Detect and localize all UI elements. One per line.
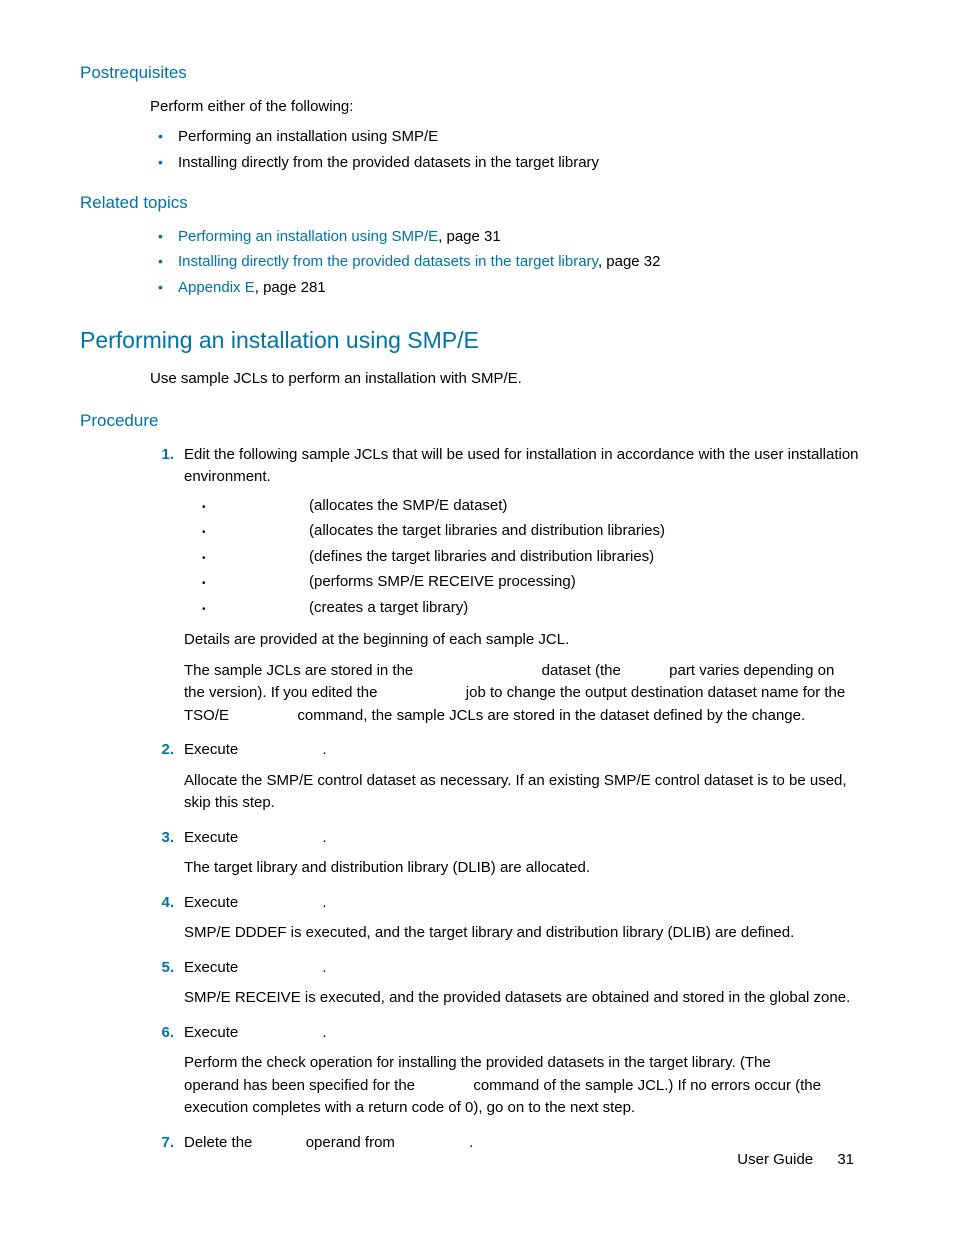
step-2: Execute . Allocate the SMP/E control dat… [150,739,859,815]
step-1: Edit the following sample JCLs that will… [150,444,859,728]
list-item: (creates a target library) [184,597,859,620]
step-exec: Execute . [184,957,859,980]
list-item: Performing an installation using SMP/E, … [150,226,859,249]
step-5: Execute . SMP/E RECEIVE is executed, and… [150,957,859,1010]
procedure-heading: Procedure [80,408,859,434]
step1-sample-note: The sample JCLs are stored in the datase… [184,660,859,728]
page-ref: , page 281 [255,279,326,296]
step-6: Execute . Perform the check operation fo… [150,1022,859,1120]
procedure-steps: Edit the following sample JCLs that will… [150,444,859,1155]
list-item: (defines the target libraries and distri… [184,546,859,569]
step1-details: Details are provided at the beginning of… [184,629,859,652]
postreq-intro: Perform either of the following: [150,96,859,119]
page-ref: , page 32 [598,253,661,270]
list-item: Appendix E, page 281 [150,277,859,300]
list-item: (allocates the target libraries and dist… [184,520,859,543]
postrequisites-heading: Postrequisites [80,60,859,86]
related-link[interactable]: Installing directly from the provided da… [178,253,598,270]
step-text: Edit the following sample JCLs that will… [184,444,859,489]
related-topics-heading: Related topics [80,190,859,216]
step-3: Execute . The target library and distrib… [150,827,859,880]
list-item: (performs SMP/E RECEIVE processing) [184,571,859,594]
list-item: Installing directly from the provided da… [150,152,859,175]
step-exec: Execute . [184,739,859,762]
postreq-list: Performing an installation using SMP/E I… [150,126,859,174]
step-exec: Execute . [184,827,859,850]
page-ref: , page 31 [438,228,501,245]
page-number: 31 [837,1151,854,1168]
step-body: SMP/E RECEIVE is executed, and the provi… [184,987,859,1010]
list-item: (allocates the SMP/E dataset) [184,495,859,518]
list-item: Performing an installation using SMP/E [150,126,859,149]
related-link[interactable]: Performing an installation using SMP/E [178,228,438,245]
step-body: Allocate the SMP/E control dataset as ne… [184,770,859,815]
step-exec: Execute . [184,1022,859,1045]
step-body: SMP/E DDDEF is executed, and the target … [184,922,859,945]
section-heading: Performing an installation using SMP/E [80,323,859,358]
step1-sublist: (allocates the SMP/E dataset) (allocates… [184,495,859,620]
step-4: Execute . SMP/E DDDEF is executed, and t… [150,892,859,945]
section-intro: Use sample JCLs to perform an installati… [150,368,859,391]
list-item: Installing directly from the provided da… [150,251,859,274]
related-link[interactable]: Appendix E [178,279,255,296]
step-body: Perform the check operation for installi… [184,1052,859,1120]
page-footer: User Guide 31 [737,1149,854,1172]
step-body: The target library and distribution libr… [184,857,859,880]
related-list: Performing an installation using SMP/E, … [150,226,859,300]
footer-label: User Guide [737,1151,813,1168]
step-exec: Execute . [184,892,859,915]
